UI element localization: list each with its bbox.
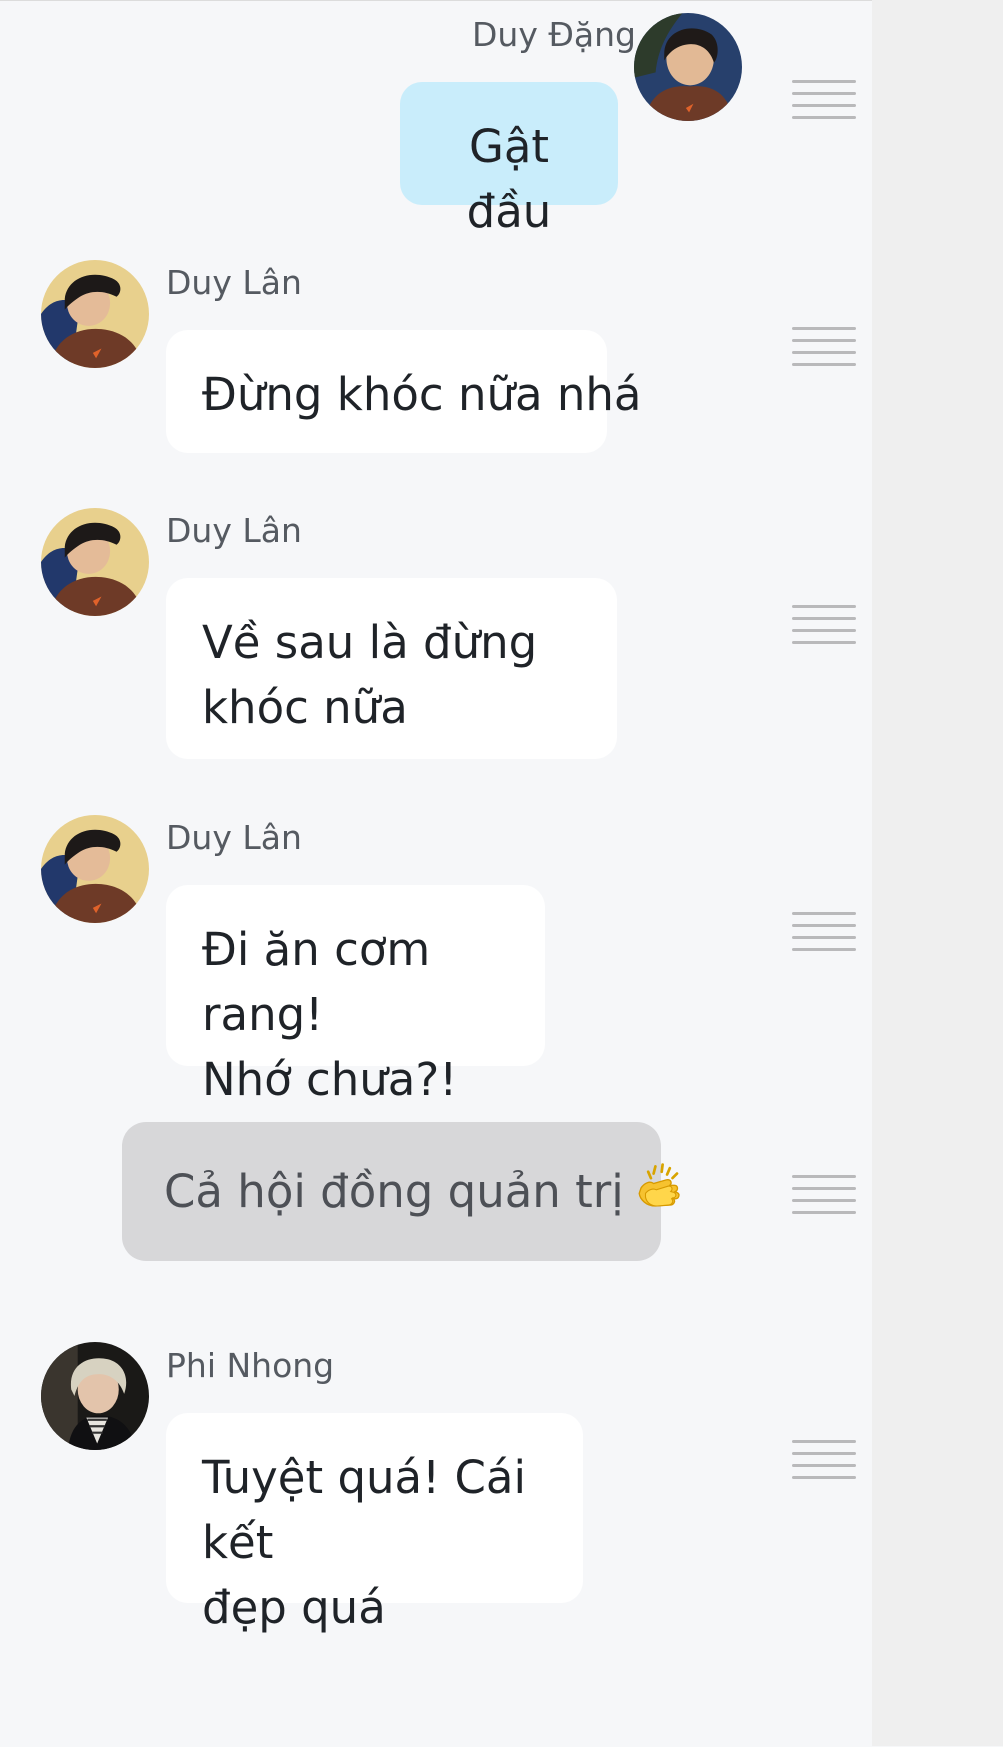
message-text: Gật đầu	[466, 120, 552, 238]
message-text-line: khóc nữa	[202, 681, 408, 734]
sender-name: Duy Lân	[166, 263, 302, 302]
message-text-line: Về sau là đừng	[202, 616, 538, 669]
sender-name: Duy Lân	[166, 511, 302, 550]
message-bubble[interactable]: Về sau là đừng khóc nữa	[166, 578, 617, 759]
drag-handle-icon[interactable]	[792, 605, 856, 644]
drag-handle-icon[interactable]	[792, 1440, 856, 1479]
sender-name: Duy Đặng	[472, 15, 637, 54]
sender-name: Phi Nhong	[166, 1346, 335, 1385]
drag-handle-icon[interactable]	[792, 327, 856, 366]
avatar[interactable]	[41, 1342, 149, 1450]
clapping-hands-icon	[632, 1161, 686, 1215]
message-bubble[interactable]: Đừng khóc nữa nhá	[166, 330, 641, 453]
message-text-line: Đi ăn cơm rang!	[202, 923, 431, 1041]
message-bubble[interactable]: Đi ăn cơm rang! Nhớ chưa?!	[166, 885, 545, 1106]
reorder-rail	[872, 0, 1003, 1746]
drag-handle-icon[interactable]	[792, 912, 856, 951]
message-text-line: đẹp quá	[202, 1581, 386, 1634]
avatar[interactable]	[41, 508, 149, 616]
message-text-line: Nhớ chưa?!	[202, 1053, 458, 1106]
system-message[interactable]: Cả hội đồng quản trị	[122, 1122, 680, 1261]
avatar[interactable]	[41, 815, 149, 923]
message-text-line: Tuyệt quá! Cái kết	[202, 1451, 526, 1569]
avatar[interactable]	[41, 260, 149, 368]
avatar[interactable]	[634, 13, 742, 121]
sender-name: Duy Lân	[166, 818, 302, 857]
message-text: Đừng khóc nữa nhá	[202, 368, 642, 421]
drag-handle-icon[interactable]	[792, 80, 856, 119]
message-bubble[interactable]: Gật đầu	[400, 82, 618, 238]
chat-thread: Duy Đặng Gật đầu Duy Lân Đừng khóc nữa n…	[0, 0, 872, 1747]
system-message-text: Cả hội đồng quản trị	[164, 1165, 624, 1218]
drag-handle-icon[interactable]	[792, 1175, 856, 1214]
message-bubble[interactable]: Tuyệt quá! Cái kết đẹp quá	[166, 1413, 583, 1634]
